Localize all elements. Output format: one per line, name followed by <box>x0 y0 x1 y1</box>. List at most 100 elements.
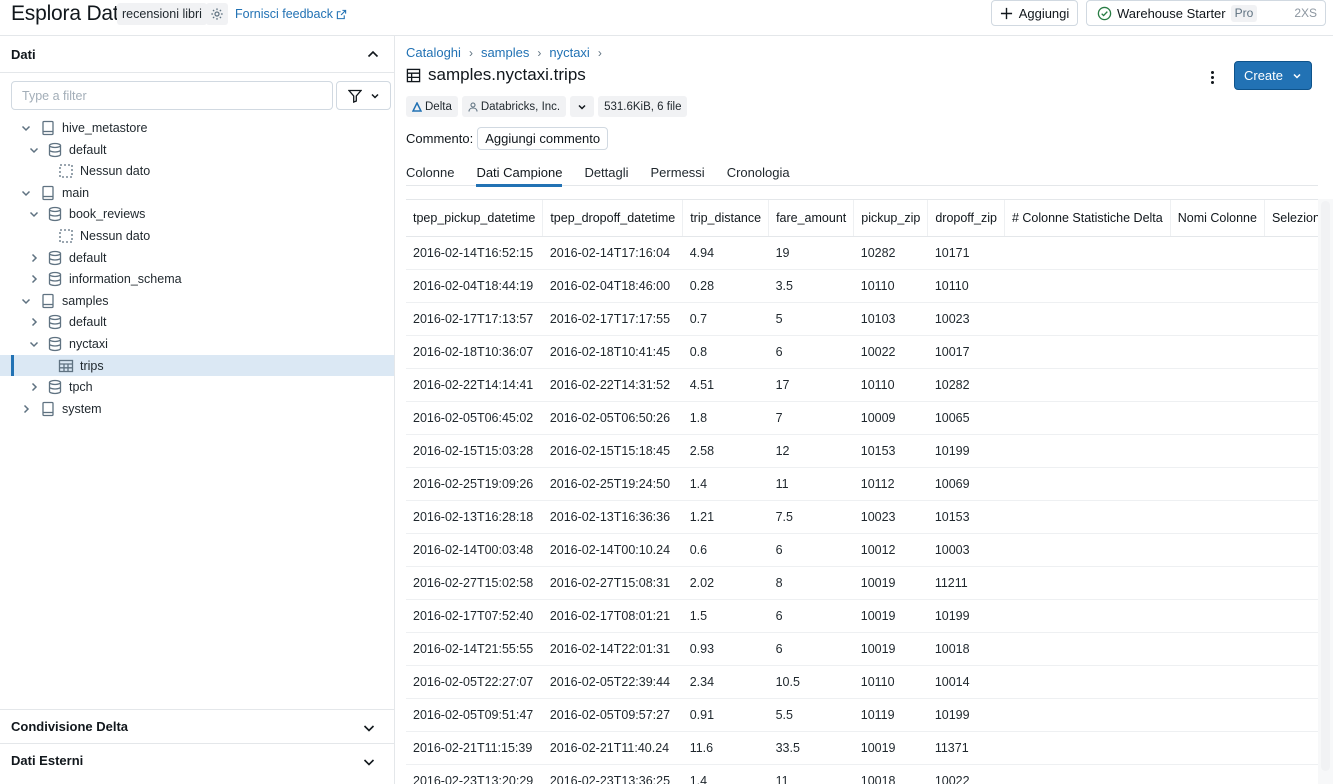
tab-permessi[interactable]: Permessi <box>651 159 705 186</box>
more-options-icon[interactable] <box>1203 68 1221 86</box>
add-button[interactable]: Aggiungi <box>991 0 1078 26</box>
column-header[interactable]: trip_distance <box>682 200 770 237</box>
chevron-right-icon[interactable] <box>28 273 40 285</box>
tree-item-catalog[interactable]: system <box>0 398 394 420</box>
tab-colonne[interactable]: Colonne <box>406 159 454 186</box>
table-cell <box>1264 401 1318 435</box>
table-cell <box>1170 269 1265 303</box>
table-cell: 11 <box>768 764 854 784</box>
catalog-icon <box>42 401 54 416</box>
chevron-right-icon: › <box>468 45 473 60</box>
chevron-right-icon[interactable] <box>20 403 32 415</box>
tab-dettagli[interactable]: Dettagli <box>584 159 628 186</box>
delta-sharing-section[interactable]: Condivisione Delta <box>0 709 394 743</box>
table-cell: 7 <box>768 401 854 435</box>
create-button[interactable]: Create <box>1234 61 1312 90</box>
tree-item-label: system <box>62 401 102 416</box>
tree-item-schema[interactable]: default <box>0 311 394 333</box>
check-circle-icon <box>1097 6 1112 20</box>
breadcrumb-nyctaxi[interactable]: nyctaxi <box>549 45 589 60</box>
column-header[interactable]: tpep_dropoff_datetime <box>542 200 684 237</box>
table-cell: 8 <box>768 566 854 600</box>
filter-button[interactable] <box>336 81 391 110</box>
add-comment-button[interactable]: Aggiungi commento <box>477 127 609 150</box>
table-cell: 2016-02-15T15:03:28 <box>406 434 543 468</box>
chevron-right-icon: › <box>597 45 602 60</box>
table-cell <box>1170 368 1265 402</box>
chevron-down-icon[interactable] <box>28 208 40 220</box>
table-cell <box>1004 401 1171 435</box>
chevron-up-icon[interactable] <box>366 47 380 61</box>
breadcrumb-samples[interactable]: samples <box>481 45 529 60</box>
table-cell: 2016-02-17T07:52:40 <box>406 599 543 633</box>
scrollbar-thumb[interactable] <box>1321 201 1330 771</box>
feedback-link[interactable]: Fornisci feedback <box>235 7 347 21</box>
gear-icon[interactable] <box>206 3 228 25</box>
tree-item-table[interactable]: trips <box>0 354 394 377</box>
tree-item-empty[interactable]: Nessun dato <box>0 225 394 247</box>
column-header[interactable]: # Colonne Statistiche Delta <box>1004 200 1171 237</box>
table-row: 2016-02-14T21:55:55 2016-02-14T22:01:31 0.… <box>406 632 1318 666</box>
tree-item-label: trips <box>80 358 104 373</box>
vertical-scrollbar[interactable] <box>1318 199 1333 784</box>
table-cell: 10153 <box>853 434 928 468</box>
warehouse-selector[interactable]: Warehouse Starter Pro 2XS <box>1086 0 1326 26</box>
tree-item-catalog[interactable]: hive_metastore <box>0 117 394 139</box>
chevron-right-icon[interactable] <box>28 252 40 264</box>
table-cell <box>1264 236 1318 270</box>
tree-item-schema[interactable]: tpch <box>0 376 394 398</box>
chevron-down-icon[interactable] <box>28 338 40 350</box>
catalog-icon <box>42 185 54 200</box>
column-header[interactable]: pickup_zip <box>853 200 929 237</box>
chevron-right-icon[interactable] <box>28 316 40 328</box>
table-cell <box>1264 566 1318 600</box>
table-cell <box>1004 599 1171 633</box>
tree-item-schema[interactable]: default <box>0 139 394 161</box>
breadcrumb-catalogs[interactable]: Cataloghi <box>406 45 461 60</box>
column-header[interactable]: fare_amount <box>768 200 855 237</box>
tab-cronologia[interactable]: Cronologia <box>727 159 790 186</box>
tree-item-label: book_reviews <box>69 207 146 222</box>
column-header[interactable]: Nomi Colonne <box>1170 200 1265 237</box>
chevron-right-icon[interactable] <box>28 381 40 393</box>
owner-chip[interactable]: Databricks, Inc. <box>461 96 567 117</box>
column-header[interactable]: Selezione Colonne <box>1264 200 1318 237</box>
chevron-down-icon[interactable] <box>28 144 40 156</box>
comment-row: Commento: Aggiungi commento <box>406 127 609 150</box>
chevron-down-icon <box>1293 73 1301 79</box>
tree-item-schema[interactable]: book_reviews <box>0 203 394 225</box>
table-cell: 7.5 <box>768 500 854 534</box>
table-cell: 2016-02-14T22:01:31 <box>542 632 683 666</box>
table-cell <box>1264 599 1318 633</box>
chevron-right-icon: › <box>537 45 542 60</box>
table-cell: 0.7 <box>682 302 769 336</box>
table-header: samples.nyctaxi.trips <box>406 65 586 85</box>
chevron-down-icon[interactable] <box>20 187 32 199</box>
tree-item-empty[interactable]: Nessun dato <box>0 160 394 182</box>
tree-item-label: main <box>62 185 90 200</box>
tree-item-schema[interactable]: default <box>0 247 394 269</box>
empty-dashed-icon <box>59 229 73 243</box>
tree-item-schema[interactable]: information_schema <box>0 268 394 290</box>
tree-item-catalog[interactable]: main <box>0 182 394 204</box>
tree-item-label: nyctaxi <box>69 336 108 351</box>
column-header[interactable]: dropoff_zip <box>927 200 1005 237</box>
format-badge: Delta <box>406 96 458 117</box>
tab-dati-campione[interactable]: Dati Campione <box>476 159 563 187</box>
table-cell: 10112 <box>853 467 928 501</box>
external-data-section[interactable]: Dati Esterni <box>0 743 394 777</box>
filter-input[interactable] <box>11 81 333 110</box>
workspace-tag[interactable]: recensioni libri <box>117 3 207 25</box>
owner-dropdown[interactable] <box>570 96 595 117</box>
chevron-down-icon[interactable] <box>20 122 32 134</box>
tree-item-catalog[interactable]: samples <box>0 290 394 312</box>
table-cell <box>1004 665 1171 699</box>
column-header[interactable]: tpep_pickup_datetime <box>406 200 544 237</box>
table-cell: 5.5 <box>768 698 854 732</box>
table-cell: 2016-02-13T16:28:18 <box>406 500 543 534</box>
table-cell: 10022 <box>927 764 1005 784</box>
chevron-down-icon[interactable] <box>20 295 32 307</box>
table-cell: 10199 <box>927 698 1005 732</box>
data-section-header[interactable]: Dati <box>0 36 394 73</box>
tree-item-schema[interactable]: nyctaxi <box>0 333 394 355</box>
